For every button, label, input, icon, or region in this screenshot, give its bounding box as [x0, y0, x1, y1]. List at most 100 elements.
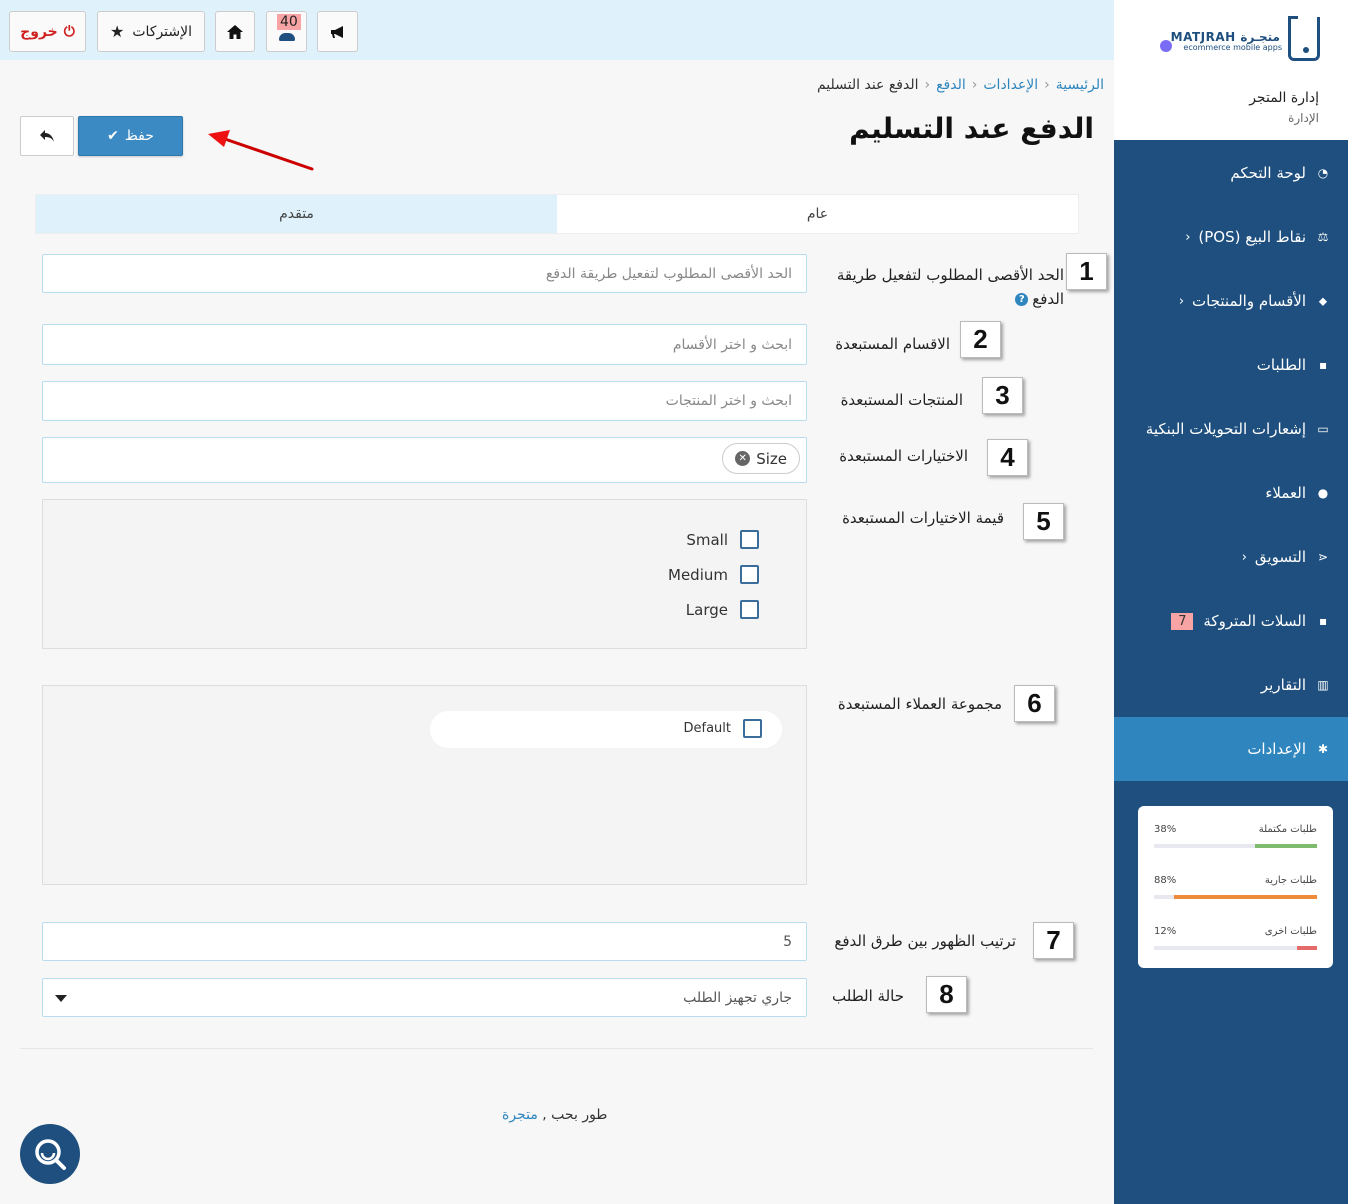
option-value-small[interactable]: Small — [686, 530, 759, 549]
logout-label: خروج — [20, 23, 58, 40]
excluded-products-label: المنتجات المستبعدة — [840, 391, 963, 409]
sidebar-item-bank-transfers[interactable]: ▭ إشعارات التحويلات البنكية — [1114, 397, 1348, 461]
notifications-button[interactable]: 40 — [266, 11, 307, 52]
user-icon: ● — [1317, 486, 1329, 500]
option-values-box: Small Medium Large — [42, 499, 807, 649]
sidebar-nav: ◔ لوحة التحكم ⚖ نقاط البيع (POS) ‹ ⬥ الأ… — [1114, 141, 1348, 781]
order-stats-card: طلبات مكتملة 38% طلبات جارية 88% طلبات ا… — [1138, 806, 1333, 968]
stat-label: طلبات اخرى — [1264, 926, 1317, 937]
matjrah-logo-icon — [1288, 16, 1320, 61]
stat-progress-fill — [1173, 895, 1317, 899]
back-button[interactable] — [20, 116, 74, 156]
stat-progress-bar — [1154, 895, 1317, 899]
stat-percent: 38% — [1154, 824, 1177, 835]
sidebar-item-label: العملاء — [1265, 484, 1306, 502]
option-value-medium[interactable]: Medium — [668, 565, 759, 584]
stat-label: طلبات مكتملة — [1258, 824, 1317, 835]
sidebar-item-label: الطلبات — [1256, 356, 1306, 374]
checkbox[interactable] — [743, 719, 762, 738]
sidebar-item-label: الإعدادات — [1247, 740, 1306, 758]
footer-divider — [20, 1048, 1093, 1049]
sort-order-input[interactable]: 5 — [42, 922, 807, 961]
sidebar-item-pos[interactable]: ⚖ نقاط البيع (POS) ‹ — [1114, 205, 1348, 269]
sidebar-item-label: إشعارات التحويلات البنكية — [1145, 420, 1306, 438]
tab-general[interactable]: عام — [557, 195, 1078, 233]
breadcrumb-separator: ‹ — [1044, 77, 1050, 93]
stat-label: طلبات جارية — [1264, 875, 1317, 886]
checkbox[interactable] — [740, 565, 759, 584]
footer-text: طور بحب , — [542, 1107, 608, 1123]
annotation-badge-8: 8 — [926, 976, 967, 1013]
status-dot-icon — [1160, 40, 1172, 52]
order-status-label: حالة الطلب — [832, 987, 904, 1005]
dashboard-icon: ◔ — [1317, 166, 1329, 180]
store-subtitle: الإدارة — [1288, 111, 1319, 125]
sidebar-item-label: التقارير — [1260, 676, 1306, 694]
sidebar-item-label: التسويق — [1254, 548, 1306, 566]
sidebar-item-abandoned-carts[interactable]: ▪ السلات المتروكة 7 — [1114, 589, 1348, 653]
help-icon[interactable]: ? — [1015, 293, 1029, 306]
brand-header: MATJRAH متجـرة ecommerce mobile apps إدا… — [1114, 0, 1348, 140]
power-icon: ⏻ — [63, 23, 75, 40]
customer-group-pill: Default — [430, 711, 782, 748]
sidebar-item-settings[interactable]: ✱ الإعدادات — [1114, 717, 1348, 781]
abandoned-count-badge: 7 — [1171, 612, 1194, 630]
sidebar-item-marketing[interactable]: ⋖ التسويق ‹ — [1114, 525, 1348, 589]
save-label: حفظ — [124, 128, 154, 144]
breadcrumb-settings[interactable]: الإعدادات — [983, 77, 1038, 93]
subscriptions-button[interactable]: الإشتركات ★ — [97, 11, 205, 52]
option-tag-label: Size — [756, 449, 787, 468]
sidebar-item-orders[interactable]: ▪ الطلبات — [1114, 333, 1348, 397]
stat-percent: 12% — [1154, 926, 1177, 937]
star-icon: ★ — [110, 22, 125, 41]
sidebar-item-customers[interactable]: ● العملاء — [1114, 461, 1348, 525]
checkbox[interactable] — [740, 530, 759, 549]
breadcrumb-payment[interactable]: الدفع — [936, 77, 966, 93]
search-icon — [35, 1139, 66, 1170]
excluded-categories-label: الاقسام المستبعدة — [835, 335, 950, 353]
announcements-button[interactable] — [317, 11, 358, 52]
breadcrumb-home[interactable]: الرئيسية — [1056, 77, 1104, 93]
dropdown-caret-icon — [55, 995, 67, 1002]
sidebar-item-catalog[interactable]: ⬥ الأقسام والمنتجات ‹ — [1114, 269, 1348, 333]
chevron-left-icon: ‹ — [1185, 229, 1191, 245]
checkbox[interactable] — [740, 600, 759, 619]
home-button[interactable] — [215, 11, 255, 52]
money-icon: ▭ — [1317, 422, 1329, 436]
option-tag[interactable]: ✕ Size — [722, 443, 800, 474]
annotation-badge-1: 1 — [1066, 253, 1107, 290]
chevron-left-icon: ‹ — [1178, 293, 1185, 309]
order-status-select[interactable]: جاري تجهيز الطلب — [42, 978, 807, 1017]
gear-icon: ✱ — [1317, 742, 1329, 756]
brand-name: MATJRAH متجـرة — [1170, 30, 1280, 44]
annotation-badge-6: 6 — [1014, 685, 1055, 722]
sort-order-label: ترتيب الظهور بين طرق الدفع — [834, 932, 1016, 950]
save-button[interactable]: حفظ ✔ — [78, 116, 183, 156]
excluded-options-input[interactable]: ✕ Size — [42, 437, 807, 483]
breadcrumb-separator: ‹ — [924, 77, 931, 93]
sidebar-item-dashboard[interactable]: ◔ لوحة التحكم — [1114, 141, 1348, 205]
tab-advanced[interactable]: متقدم — [36, 195, 557, 233]
option-value-large[interactable]: Large — [686, 600, 759, 619]
cart-icon: ▪ — [1318, 614, 1328, 628]
footer-link[interactable]: متجرة — [502, 1107, 538, 1123]
max-amount-input[interactable]: الحد الأقصى المطلوب لتفعيل طريقة الدفع — [42, 254, 807, 293]
sidebar-item-label: الأقسام والمنتجات — [1192, 292, 1306, 310]
stat-progress-fill — [1297, 946, 1317, 950]
excluded-products-input[interactable]: ابحث و اختر المنتجات — [42, 381, 807, 421]
excluded-categories-input[interactable]: ابحث و اختر الأقسام — [42, 324, 807, 365]
search-button[interactable] — [20, 1124, 80, 1184]
annotation-badge-3: 3 — [982, 377, 1023, 414]
tag-icon: ⬥ — [1318, 293, 1328, 308]
sidebar: MATJRAH متجـرة ecommerce mobile apps إدا… — [1114, 0, 1348, 1204]
breadcrumb: الرئيسية ‹ الإعدادات ‹ الدفع ‹ الدفع عند… — [817, 77, 1104, 93]
order-status-value: جاري تجهيز الطلب — [683, 989, 792, 1006]
cart-icon: ▪ — [1318, 358, 1328, 372]
sidebar-item-reports[interactable]: ▥ التقارير — [1114, 653, 1348, 717]
customer-group-default[interactable]: Default — [684, 719, 762, 738]
logout-button[interactable]: خروج ⏻ — [9, 11, 86, 52]
bell-icon — [279, 33, 295, 41]
remove-tag-icon[interactable]: ✕ — [735, 451, 751, 466]
annotation-badge-2: 2 — [960, 321, 1001, 358]
annotation-badge-4: 4 — [987, 439, 1028, 476]
